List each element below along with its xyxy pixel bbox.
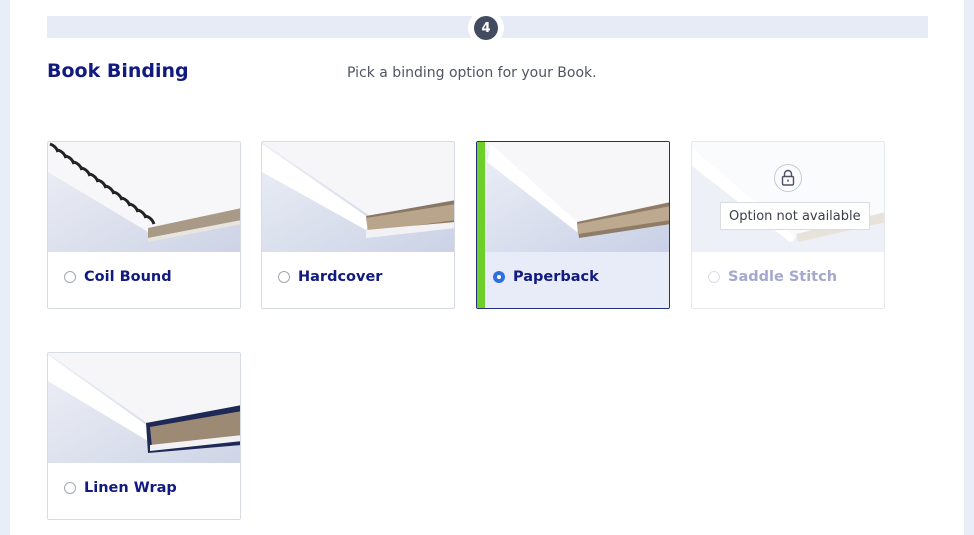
step-indicator: 4 xyxy=(468,10,504,46)
linen-wrap-label-row: Linen Wrap xyxy=(48,463,240,519)
hardcover-label-row: Hardcover xyxy=(262,252,454,308)
binding-option-coil-bound[interactable]: Coil Bound xyxy=(47,141,241,309)
coil-bound-image xyxy=(48,142,240,252)
coil-bound-label: Coil Bound xyxy=(84,269,172,285)
saddle-stitch-radio xyxy=(708,271,720,283)
lock-badge xyxy=(774,164,802,192)
linen-wrap-image xyxy=(48,353,240,463)
section-description: Pick a binding option for your Book. xyxy=(347,65,597,81)
coil-bound-label-row: Coil Bound xyxy=(48,252,240,308)
binding-option-hardcover[interactable]: Hardcover xyxy=(261,141,455,309)
saddle-stitch-image xyxy=(692,142,884,252)
lock-icon xyxy=(781,169,795,186)
saddle-stitch-label: Saddle Stitch xyxy=(728,269,838,285)
binding-option-paperback[interactable]: Paperback xyxy=(476,141,670,309)
binding-option-saddle-stitch: Option not available Saddle Stitch xyxy=(691,141,885,309)
selected-accent-bar xyxy=(477,142,485,308)
paperback-label-row: Paperback xyxy=(477,252,669,308)
binding-option-linen-wrap[interactable]: Linen Wrap xyxy=(47,352,241,520)
paperback-image xyxy=(477,142,669,252)
linen-wrap-label: Linen Wrap xyxy=(84,480,177,496)
hardcover-label: Hardcover xyxy=(298,269,383,285)
content-panel: 4 Book Binding Pick a binding option for… xyxy=(10,0,964,535)
linen-wrap-radio[interactable] xyxy=(64,482,76,494)
hardcover-radio[interactable] xyxy=(278,271,290,283)
paperback-label: Paperback xyxy=(513,269,599,285)
step-number-badge: 4 xyxy=(474,16,498,40)
saddle-stitch-label-row: Saddle Stitch xyxy=(692,252,884,308)
hardcover-image xyxy=(262,142,454,252)
coil-bound-radio[interactable] xyxy=(64,271,76,283)
paperback-radio[interactable] xyxy=(493,271,505,283)
section-title: Book Binding xyxy=(47,60,189,82)
unavailable-tooltip: Option not available xyxy=(720,202,870,230)
